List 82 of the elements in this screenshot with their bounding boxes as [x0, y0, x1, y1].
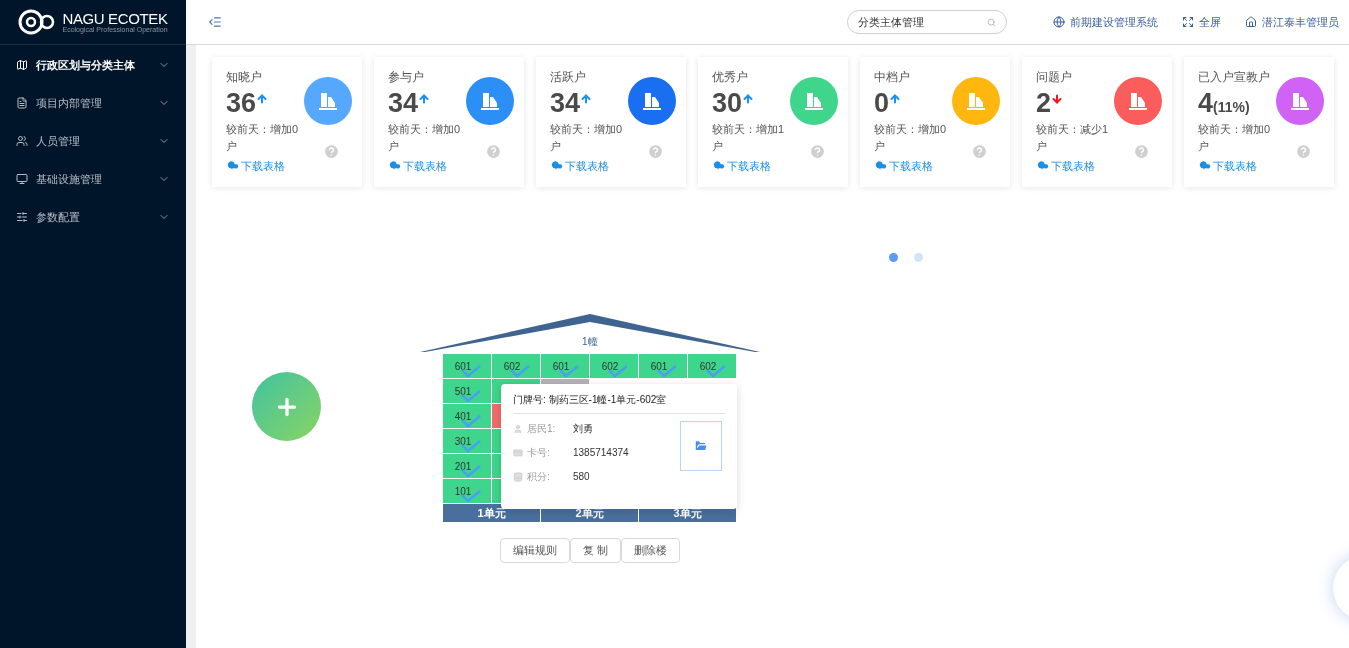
- stat-title: 参与户: [388, 69, 424, 85]
- room-cell[interactable]: 602: [688, 354, 737, 379]
- room-cell[interactable]: 401: [443, 404, 492, 429]
- person-icon: [513, 423, 523, 434]
- stat-change: 较前天：增加0户: [1198, 122, 1272, 154]
- sliders-icon: [16, 211, 28, 223]
- stat-value: 34: [388, 87, 419, 119]
- help-icon[interactable]: [809, 143, 826, 160]
- room-cell[interactable]: 602: [590, 354, 639, 379]
- photo-frame[interactable]: [680, 421, 722, 471]
- document-icon: [16, 97, 28, 109]
- download-link[interactable]: 下载表格: [388, 158, 447, 175]
- stat-value: 4: [1198, 87, 1214, 119]
- stat-title: 优秀户: [712, 69, 748, 85]
- action-button[interactable]: 删除楼: [621, 538, 681, 563]
- building-name: 1幢: [582, 335, 598, 349]
- help-icon[interactable]: [1295, 143, 1312, 160]
- sidebar-item[interactable]: 项目内部管理: [0, 84, 186, 122]
- room-cell[interactable]: 601: [443, 354, 492, 379]
- download-link[interactable]: 下载表格: [550, 158, 609, 175]
- stat-percent: (11%): [1213, 99, 1250, 117]
- room-cell[interactable]: 301: [443, 429, 492, 454]
- room-cell[interactable]: 601: [639, 354, 688, 379]
- stat-change: 较前天：增加0户: [226, 122, 300, 154]
- stat-value: 0: [874, 87, 890, 119]
- action-button[interactable]: 复 制: [569, 538, 622, 563]
- stat-change: 较前天：增加0户: [874, 122, 948, 154]
- stat-title: 已入户宣教户: [1198, 69, 1270, 85]
- stat-title: 问题户: [1036, 69, 1072, 85]
- room-cell[interactable]: 101: [443, 479, 492, 504]
- stat-change: 较前天：增加0户: [388, 122, 462, 154]
- map-icon: [16, 59, 28, 71]
- header-link[interactable]: 潜江泰丰管理员: [1245, 13, 1339, 31]
- field-value: 1385714374: [573, 446, 629, 460]
- help-icon[interactable]: [647, 143, 664, 160]
- download-link[interactable]: 下载表格: [712, 158, 771, 175]
- room-cell[interactable]: 601: [541, 354, 590, 379]
- download-link[interactable]: 下载表格: [1036, 158, 1095, 175]
- field-label: 居民1:: [527, 422, 557, 436]
- download-link[interactable]: 下载表格: [226, 158, 285, 175]
- users-icon: [16, 135, 28, 147]
- stat-title: 知晓户: [226, 69, 262, 85]
- monitor-icon: [16, 173, 28, 185]
- fullscreen-icon: [1182, 16, 1194, 28]
- help-icon[interactable]: [323, 143, 340, 160]
- help-icon[interactable]: [1133, 143, 1150, 160]
- download-link[interactable]: 下载表格: [1198, 158, 1257, 175]
- folder-icon: [694, 439, 708, 453]
- help-icon[interactable]: [971, 143, 988, 160]
- collapse-icon[interactable]: [208, 15, 222, 29]
- header-link[interactable]: 全屏: [1182, 13, 1221, 31]
- coins-icon: [513, 471, 523, 482]
- field-label: 积分:: [527, 470, 551, 484]
- home-icon: [1245, 16, 1257, 28]
- stat-title: 中档户: [874, 69, 910, 85]
- stat-change: 较前天：增加0户: [550, 122, 624, 154]
- stat-title: 活跃户: [550, 69, 586, 85]
- field-value: 刘勇: [573, 422, 593, 436]
- room-cell[interactable]: 501: [443, 379, 492, 404]
- search-icon: [987, 17, 996, 27]
- header-link[interactable]: 前期建设管理系统: [1053, 13, 1158, 31]
- card-icon: [513, 447, 523, 458]
- stat-change: 较前天：增加1户: [712, 122, 786, 154]
- popup-title: 门牌号: 制药三区-1幢-1单元-602室: [513, 392, 725, 414]
- sidebar-item[interactable]: 参数配置: [0, 198, 186, 236]
- sidebar-item[interactable]: 人员管理: [0, 122, 186, 160]
- sidebar-item[interactable]: 行政区划与分类主体: [0, 46, 186, 84]
- stat-change: 较前天：减少1户: [1036, 122, 1110, 154]
- stat-value: 36: [226, 87, 257, 119]
- field-value: 580: [573, 470, 590, 484]
- stat-value: 30: [712, 87, 743, 119]
- sidebar-item[interactable]: 基础设施管理: [0, 160, 186, 198]
- globe-icon: [1053, 16, 1065, 28]
- stat-value: 34: [550, 87, 581, 119]
- stat-value: 2: [1036, 87, 1052, 119]
- action-button[interactable]: 编辑规则: [499, 538, 570, 563]
- download-link[interactable]: 下载表格: [874, 158, 933, 175]
- field-label: 卡号:: [527, 446, 551, 460]
- room-cell[interactable]: 602: [492, 354, 541, 379]
- room-cell[interactable]: 201: [443, 454, 492, 479]
- help-icon[interactable]: [485, 143, 502, 160]
- logo-name: NAGU ECOTEK: [62, 11, 168, 26]
